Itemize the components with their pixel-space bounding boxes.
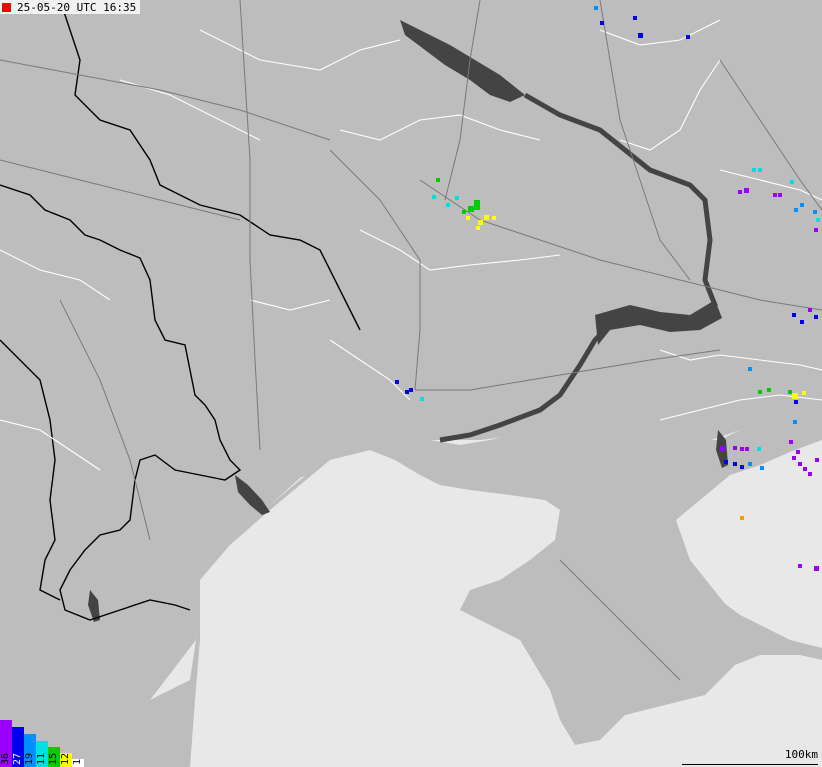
legend-item: 1 xyxy=(72,758,84,767)
legend-item: 15 xyxy=(48,747,60,767)
map-view[interactable]: 25-05-20 UTC 16:35 36 27 19 11 15 12 1 1… xyxy=(0,0,822,767)
scale-bar xyxy=(682,761,818,765)
legend-item: 11 xyxy=(36,741,48,767)
legend-item: 36 xyxy=(0,720,12,767)
legend-item: 19 xyxy=(24,734,36,767)
map-canvas[interactable] xyxy=(0,0,822,767)
live-indicator-icon xyxy=(2,2,11,12)
strike-age-legend: 36 27 19 11 15 12 1 xyxy=(0,720,84,767)
timestamp-label: 25-05-20 UTC 16:35 xyxy=(17,0,137,14)
legend-item: 12 xyxy=(60,752,72,767)
scale-label: 100km xyxy=(784,748,818,761)
timestamp-bar: 25-05-20 UTC 16:35 xyxy=(0,0,141,14)
legend-item: 27 xyxy=(12,727,24,767)
